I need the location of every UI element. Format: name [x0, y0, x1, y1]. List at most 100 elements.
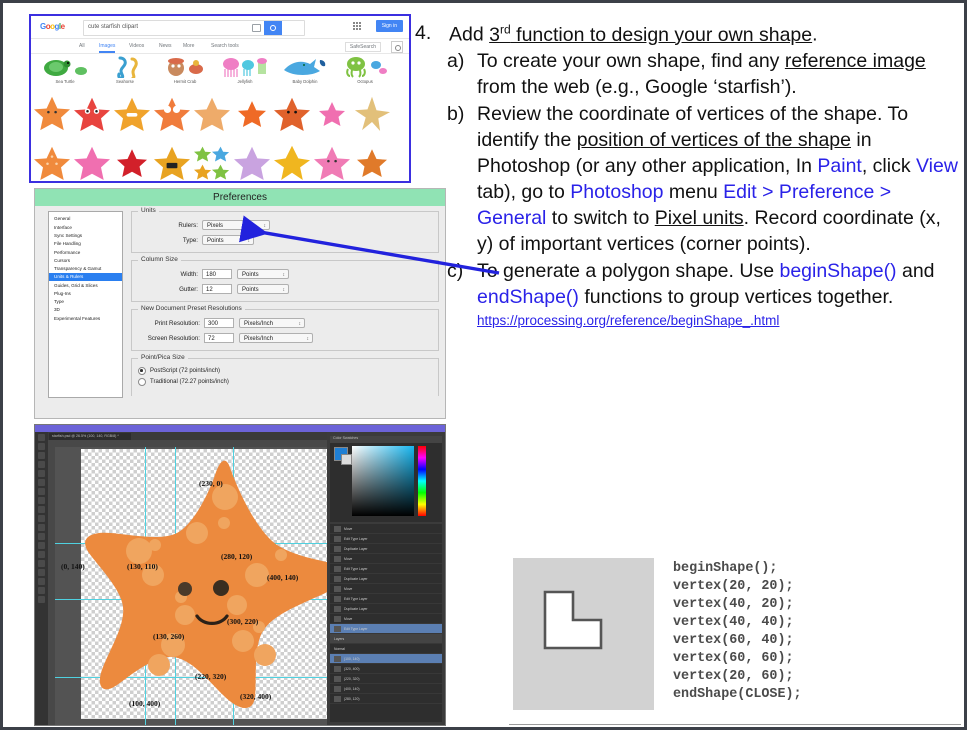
history-row[interactable]: Move	[330, 524, 442, 534]
crop-tool-icon[interactable]	[38, 470, 45, 477]
gradient-tool-icon[interactable]	[38, 524, 45, 531]
category-item[interactable]: Hermit Crab	[155, 56, 215, 84]
pref-category-file-handling[interactable]: File Handling	[49, 240, 122, 248]
pref-category-performance[interactable]: Performance	[49, 248, 122, 256]
tab-all[interactable]: All	[79, 43, 85, 49]
pref-category-units-rulers[interactable]: Units & Rulers	[49, 272, 122, 282]
pref-category-experimental-features[interactable]: Experimental Features	[49, 314, 122, 322]
width-unit-select[interactable]: Points	[237, 269, 289, 280]
layer-row[interactable]: (320, 400)	[330, 664, 442, 674]
print-resolution-input[interactable]: 300	[204, 318, 234, 328]
layer-row[interactable]: (280, 120)	[330, 694, 442, 704]
brush-tool-icon[interactable]	[38, 497, 45, 504]
history-row[interactable]: Edit Type Layer	[330, 534, 442, 544]
category-item[interactable]: Jellyfish	[215, 56, 275, 84]
reference-link[interactable]: https://processing.org/reference/beginSh…	[477, 313, 960, 328]
layers-panel-tabs[interactable]: Layers	[330, 634, 442, 644]
blur-tool-icon[interactable]	[38, 533, 45, 540]
document-canvas[interactable]: (230, 0) (0, 140) (130, 110) (280, 120) …	[55, 447, 327, 725]
color-panel-tabs[interactable]: Color Swatches	[330, 436, 442, 443]
layer-row-selected[interactable]: (100, 140)	[330, 654, 442, 664]
history-row[interactable]: Duplicate Layer	[330, 604, 442, 614]
pref-category-sync-settings[interactable]: Sync Settings	[49, 232, 122, 240]
result-thumbnail[interactable]	[313, 140, 351, 181]
eye-icon[interactable]	[334, 655, 341, 662]
eyedropper-tool-icon[interactable]	[38, 479, 45, 486]
pref-category-cursors[interactable]: Cursors	[49, 256, 122, 264]
eraser-tool-icon[interactable]	[38, 515, 45, 522]
result-thumbnail[interactable]	[33, 91, 71, 134]
result-thumbnail[interactable]	[113, 140, 151, 181]
history-row[interactable]: Edit Type Layer	[330, 564, 442, 574]
hand-tool-icon[interactable]	[38, 587, 45, 594]
result-thumbnail[interactable]	[193, 140, 231, 181]
apps-grid-icon[interactable]	[353, 22, 361, 30]
type-tool-icon[interactable]	[38, 560, 45, 567]
layer-row[interactable]: (400, 140)	[330, 684, 442, 694]
blend-mode-select[interactable]: Normal	[334, 647, 345, 651]
photoshop-toolbar[interactable]	[35, 432, 48, 725]
history-row[interactable]: Move	[330, 554, 442, 564]
preferences-category-list[interactable]: General Interface Sync Settings File Han…	[48, 211, 123, 398]
history-row[interactable]: Move	[330, 614, 442, 624]
rulers-select[interactable]: Pixels	[202, 220, 270, 231]
history-row-selected[interactable]: Edit Type Layer	[330, 624, 442, 634]
category-item[interactable]: Seahorse	[95, 56, 155, 84]
traditional-radio[interactable]	[138, 378, 146, 386]
sign-in-button[interactable]: Sign in	[375, 20, 403, 32]
color-tab[interactable]: Color	[333, 436, 342, 440]
result-thumbnail[interactable]	[233, 140, 271, 181]
path-selection-tool-icon[interactable]	[38, 569, 45, 576]
gutter-unit-select[interactable]: Points	[237, 284, 289, 295]
category-item[interactable]: Sea Turtle	[35, 56, 95, 84]
pref-category-transparency-gamut[interactable]: Transparency & Gamut	[49, 265, 122, 273]
search-input[interactable]: cute starfish clipart	[83, 20, 305, 36]
layers-tab[interactable]: Layers	[334, 637, 344, 641]
pref-category-plug-ins[interactable]: Plug-Ins	[49, 290, 122, 298]
search-icon[interactable]	[264, 21, 282, 35]
tab-videos[interactable]: Videos	[129, 43, 144, 49]
category-item[interactable]: Octopus	[335, 56, 395, 84]
history-row[interactable]: Move	[330, 584, 442, 594]
blend-mode-row[interactable]: Normal	[330, 644, 442, 654]
history-row[interactable]: Edit Type Layer	[330, 594, 442, 604]
gutter-input[interactable]: 12	[202, 284, 232, 294]
width-input[interactable]: 180	[202, 269, 232, 279]
history-row[interactable]: Duplicate Layer	[330, 574, 442, 584]
result-thumbnail[interactable]	[273, 140, 311, 181]
eye-icon[interactable]	[334, 695, 341, 702]
history-and-layers-panel[interactable]: Move Edit Type Layer Duplicate Layer Mov…	[330, 524, 442, 722]
postscript-radio[interactable]	[138, 367, 146, 375]
history-row[interactable]: Duplicate Layer	[330, 544, 442, 554]
screen-resolution-unit-select[interactable]: Pixels/Inch	[239, 333, 313, 344]
swatches-tab[interactable]: Swatches	[343, 436, 359, 440]
eye-icon[interactable]	[334, 685, 341, 692]
gear-icon[interactable]	[391, 41, 403, 53]
camera-icon[interactable]	[252, 24, 261, 32]
result-thumbnail[interactable]	[353, 140, 391, 181]
pref-category-type[interactable]: Type	[49, 298, 122, 306]
marquee-tool-icon[interactable]	[38, 443, 45, 450]
vertical-ruler[interactable]	[48, 447, 55, 725]
shape-tool-icon[interactable]	[38, 578, 45, 585]
category-item[interactable]: Baby Dolphin	[275, 56, 335, 84]
zoom-tool-icon[interactable]	[38, 596, 45, 603]
result-thumbnail[interactable]	[193, 91, 231, 134]
color-picker-field[interactable]	[352, 446, 414, 516]
result-thumbnail[interactable]	[113, 91, 151, 134]
move-tool-icon[interactable]	[38, 434, 45, 441]
result-thumbnail[interactable]	[273, 91, 311, 134]
type-select[interactable]: Points	[202, 235, 254, 246]
screen-resolution-input[interactable]: 72	[204, 333, 234, 343]
traditional-radio-row[interactable]: Traditional (72.27 points/inch)	[138, 378, 432, 386]
tab-images[interactable]: Images	[99, 43, 116, 53]
postscript-radio-row[interactable]: PostScript (72 points/inch)	[138, 367, 432, 375]
tab-search-tools[interactable]: Search tools	[211, 43, 239, 49]
print-resolution-unit-select[interactable]: Pixels/Inch	[239, 318, 305, 329]
result-thumbnail[interactable]	[233, 91, 271, 134]
result-thumbnail[interactable]	[73, 140, 111, 181]
result-thumbnail[interactable]	[313, 91, 351, 134]
eye-icon[interactable]	[334, 665, 341, 672]
magic-wand-tool-icon[interactable]	[38, 461, 45, 468]
healing-brush-tool-icon[interactable]	[38, 488, 45, 495]
